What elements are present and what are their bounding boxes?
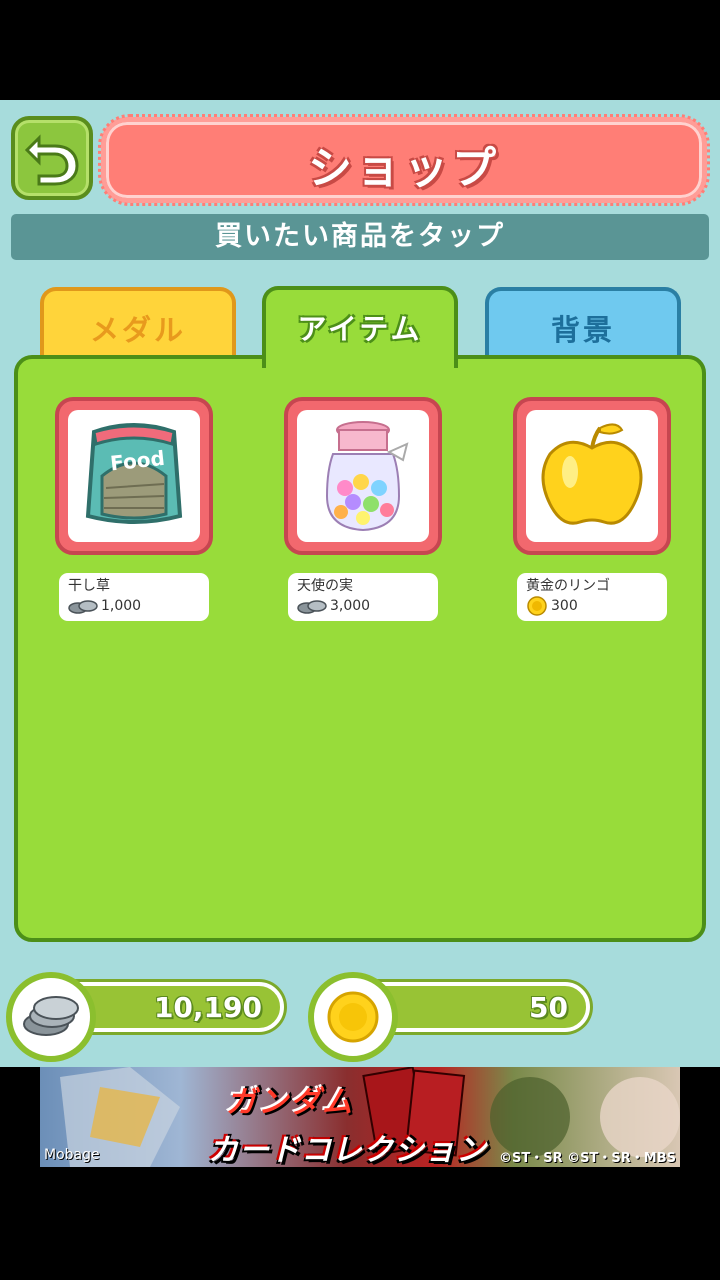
item-name: 天使の実	[297, 578, 353, 594]
item-price: 3,000	[297, 595, 438, 617]
coin-balance-value: 10,190	[153, 991, 262, 1024]
back-arrow-icon	[25, 134, 79, 186]
item-frame	[284, 397, 442, 555]
ad-brand: Mobage	[44, 1147, 100, 1163]
item-info: 天使の実 3,000	[288, 573, 438, 621]
instruction-banner: 買いたい商品をタップ	[11, 214, 709, 260]
tab-item[interactable]: アイテム	[262, 286, 458, 368]
medal-balance-badge	[308, 972, 398, 1062]
item-panel: Food 干し草 1,000 天使の実 3,000 黄金のリンゴ 300	[14, 355, 706, 942]
item-image	[526, 410, 658, 542]
coin-balance: 10,190	[6, 972, 288, 1062]
item-info: 干し草 1,000	[59, 573, 209, 621]
gold-medal-icon	[527, 596, 547, 616]
ad-title-line1: ガンダム	[226, 1085, 354, 1120]
tab-medal[interactable]: メダル	[40, 287, 236, 361]
item-image: Food	[68, 410, 200, 542]
shop-item-hay[interactable]: Food 干し草 1,000	[55, 397, 215, 621]
item-name: 干し草	[68, 578, 110, 594]
item-name: 黄金のリンゴ	[526, 578, 610, 594]
shop-item-angel-fruit[interactable]: 天使の実 3,000	[284, 397, 444, 621]
item-price-value: 1,000	[101, 598, 142, 614]
item-price-value: 300	[551, 598, 578, 614]
tab-background[interactable]: 背景	[485, 287, 681, 361]
medal-balance: 50	[308, 972, 592, 1062]
item-frame	[513, 397, 671, 555]
title-plate: ショップ	[98, 114, 710, 206]
item-info: 黄金のリンゴ 300	[517, 573, 667, 621]
ad-title-line2: カードコレクション	[208, 1133, 487, 1167]
coin-balance-badge	[6, 972, 96, 1062]
item-image	[297, 410, 429, 542]
ad-banner[interactable]: ガンダム カードコレクション Mobage ©ST・SR ©ST・SR・MBS	[40, 1067, 680, 1167]
candy-jar-icon	[325, 421, 409, 532]
item-price: 1,000	[68, 595, 209, 617]
silver-coin-icon	[23, 996, 79, 1036]
silver-coin-icon	[68, 600, 98, 614]
medal-balance-value: 50	[529, 991, 568, 1024]
back-button[interactable]	[11, 116, 93, 200]
shop-screen: ショップ 買いたい商品をタップ メダル アイテム 背景 Food 干し草 1,0…	[0, 100, 720, 1067]
item-price: 300	[526, 595, 667, 617]
food-bag-icon: Food	[85, 423, 183, 524]
gold-medal-icon	[327, 991, 379, 1043]
page-title: ショップ	[308, 143, 500, 194]
ad-copyright: ©ST・SR ©ST・SR・MBS	[499, 1151, 676, 1166]
golden-apple-icon	[541, 423, 643, 525]
silver-coin-icon	[297, 600, 327, 614]
item-frame: Food	[55, 397, 213, 555]
shop-item-golden-apple[interactable]: 黄金のリンゴ 300	[513, 397, 673, 621]
item-price-value: 3,000	[330, 598, 371, 614]
